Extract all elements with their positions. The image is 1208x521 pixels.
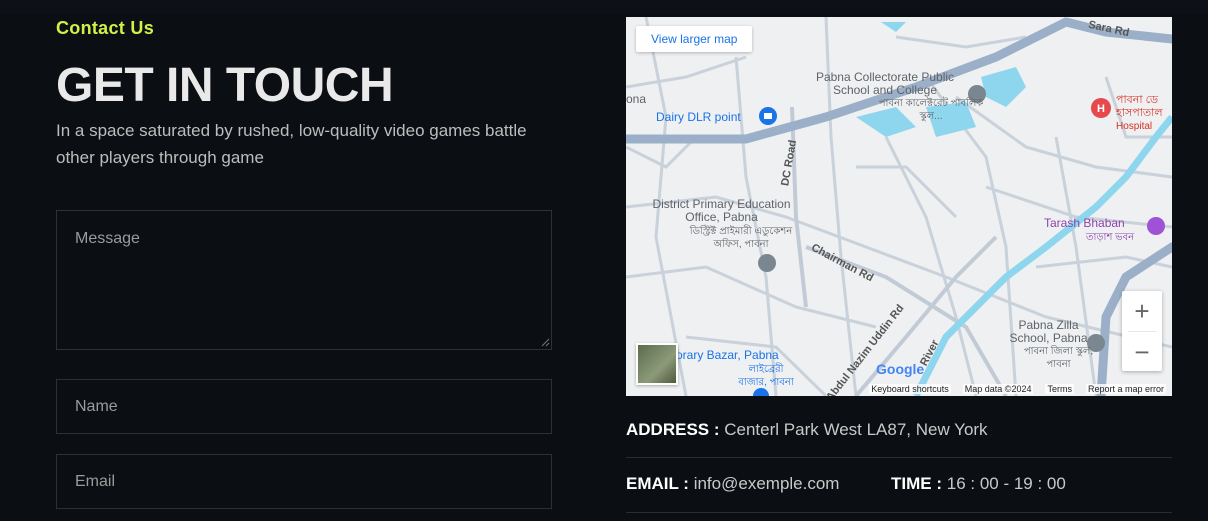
time-label: TIME : <box>891 474 942 493</box>
name-field[interactable] <box>56 379 552 434</box>
map-label-hospital-bn: পাবনা ডে হাসপাতাল <box>1116 94 1163 119</box>
address-value: Centerl Park West LA87, New York <box>724 420 988 439</box>
zoom-out-button[interactable]: − <box>1122 332 1162 372</box>
map-label-zilla: Pabna Zilla School, Pabna <box>1009 318 1088 345</box>
view-larger-map-link[interactable]: View larger map <box>636 26 753 52</box>
map-label-library: orary Bazar, Pabna <box>676 348 779 362</box>
email-value[interactable]: info@exemple.com <box>694 474 840 493</box>
google-logo: Google <box>876 361 925 377</box>
email-time-row: EMAIL : info@exemple.com TIME : 16 : 00 … <box>626 474 1172 513</box>
page-title: GET IN TOUCH <box>56 59 394 112</box>
address-row: ADDRESS : Centerl Park West LA87, New Yo… <box>626 420 1172 458</box>
message-field[interactable] <box>56 210 552 350</box>
map-label-collectorate: Pabna Collectorate Public School and Col… <box>815 70 955 97</box>
resize-grip-icon[interactable] <box>540 337 550 347</box>
map-data-text: Map data ©2024 <box>962 383 1034 394</box>
svg-text:H: H <box>1097 103 1105 115</box>
map-label-district: District Primary Education Office, Pabna <box>652 197 791 224</box>
map-label-edge: ona <box>626 92 647 106</box>
section-eyebrow: Contact Us <box>56 18 155 38</box>
email-label: EMAIL : <box>626 474 689 493</box>
time-value: 16 : 00 - 19 : 00 <box>946 474 1066 493</box>
map-label-tarash: Tarash Bhaban <box>1044 216 1125 230</box>
top-strip <box>0 0 1208 14</box>
email-field[interactable] <box>56 454 552 509</box>
section-subtitle: In a space saturated by rushed, low-qual… <box>56 121 527 167</box>
time-block: TIME : 16 : 00 - 19 : 00 <box>891 474 1066 494</box>
report-error-link[interactable]: Report a map error <box>1085 383 1166 394</box>
zoom-in-button[interactable]: + <box>1122 291 1162 331</box>
map-label-zilla-bn: পাবনা জিলা স্কুল, পাবনা <box>1023 346 1094 370</box>
map-label-tarash-bn: তাড়াশ ভবন <box>1086 232 1135 243</box>
embedded-map[interactable]: H View larger map Pabna Collectorate Pub… <box>626 17 1172 396</box>
map-label-dairy: Dairy DLR point <box>656 110 741 124</box>
address-label: ADDRESS : <box>626 420 720 439</box>
map-label-district-bn: ডিস্ট্রিক্ট প্রাইমারী এডুকেশন অফিস, পাবন… <box>689 226 793 250</box>
zoom-control: + − <box>1122 291 1162 371</box>
satellite-toggle-button[interactable] <box>636 343 678 385</box>
keyboard-shortcuts-link[interactable]: Keyboard shortcuts <box>869 383 951 394</box>
map-attribution: Keyboard shortcuts Map data ©2024 Terms … <box>626 381 1172 396</box>
map-label-collectorate-bn: পাবনা কালেক্টরেট পাবলিক স্কুল... <box>878 98 984 122</box>
map-label-hospital: Hospital <box>1116 121 1153 132</box>
terms-link[interactable]: Terms <box>1045 383 1074 394</box>
